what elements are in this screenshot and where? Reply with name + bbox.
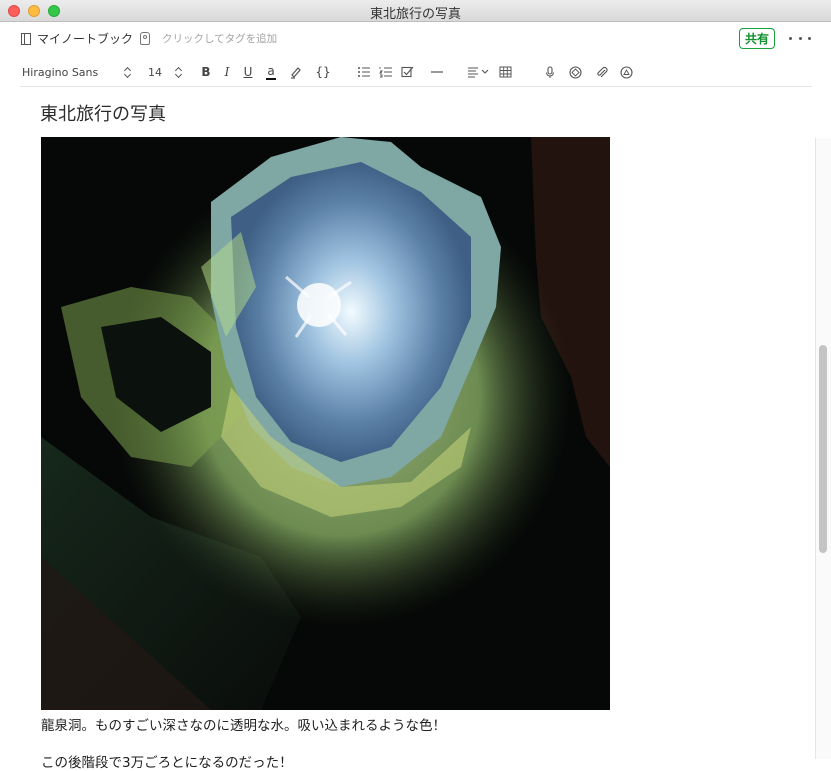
notebook-icon[interactable] xyxy=(21,33,31,45)
text-color-letter: a xyxy=(267,63,275,78)
share-button[interactable]: 共有 xyxy=(739,28,775,49)
google-drive-icon[interactable] xyxy=(618,62,634,82)
scrollbar-thumb[interactable] xyxy=(819,345,827,553)
more-options-icon[interactable] xyxy=(789,30,811,46)
align-dropdown-icon[interactable] xyxy=(466,62,490,82)
bulleted-list-icon[interactable] xyxy=(356,62,372,82)
note-next-line[interactable]: この後階段で3万ごろとになるのだった！ xyxy=(41,751,293,771)
font-family-select[interactable]: Hiragino Sans xyxy=(22,62,98,82)
horizontal-rule-icon[interactable] xyxy=(429,62,445,82)
toolbar-divider xyxy=(20,86,812,87)
note-title[interactable]: 東北旅行の写真 xyxy=(40,100,166,126)
text-color-button[interactable]: a xyxy=(264,62,278,82)
attachment-icon[interactable] xyxy=(593,62,609,82)
font-size-select[interactable]: 14 xyxy=(148,62,162,82)
notebook-selector[interactable]: マイノートブック xyxy=(37,30,133,47)
note-caption[interactable]: 龍泉洞。ものすごい深さなのに透明な水。吸い込まれるような色！ xyxy=(41,714,446,734)
cave-water-photo xyxy=(41,137,610,710)
text-color-swatch xyxy=(266,77,276,80)
formatting-toolbar: Hiragino Sans 14 B I U a {} xyxy=(0,58,831,86)
underline-button[interactable]: U xyxy=(241,62,255,82)
italic-button[interactable]: I xyxy=(220,62,234,82)
microphone-icon[interactable] xyxy=(542,62,558,82)
font-size-stepper-icon[interactable] xyxy=(173,62,183,82)
table-icon[interactable] xyxy=(497,62,513,82)
add-tag-field[interactable]: クリックしてタグを追加 xyxy=(162,31,277,46)
window-titlebar: 東北旅行の写真 xyxy=(0,0,831,22)
numbered-list-icon[interactable] xyxy=(378,62,394,82)
font-family-value: Hiragino Sans xyxy=(22,65,99,79)
window-title: 東北旅行の写真 xyxy=(369,7,461,22)
tag-icon[interactable] xyxy=(140,32,150,45)
sketch-icon[interactable] xyxy=(567,62,583,82)
font-size-value: 14 xyxy=(148,65,162,79)
code-block-button[interactable]: {} xyxy=(314,62,332,82)
bold-button[interactable]: B xyxy=(199,62,213,82)
note-meta-bar: マイノートブック クリックしてタグを追加 共有 xyxy=(0,23,831,55)
checklist-icon[interactable] xyxy=(400,62,416,82)
highlight-icon[interactable] xyxy=(288,62,304,82)
font-family-stepper-icon[interactable] xyxy=(122,62,132,82)
note-photo[interactable] xyxy=(41,137,610,710)
